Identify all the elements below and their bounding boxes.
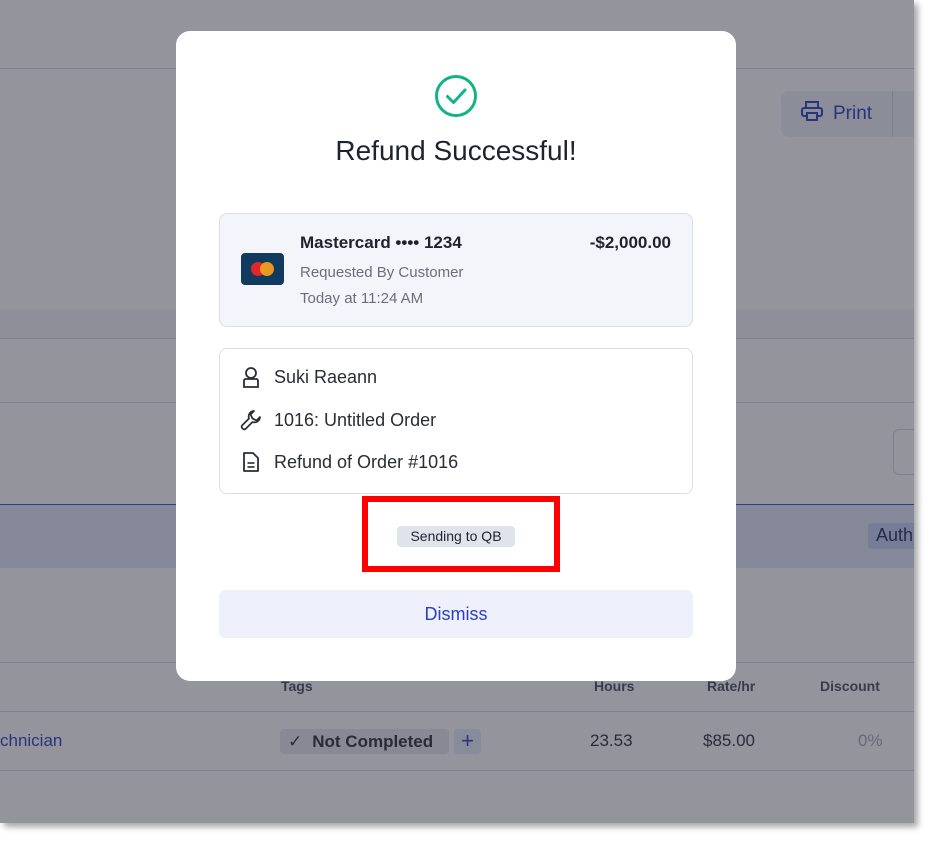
document-icon xyxy=(240,451,262,473)
check-circle-icon xyxy=(434,74,478,118)
refund-reason: Requested By Customer xyxy=(300,264,464,281)
card-label: Mastercard •••• 1234 xyxy=(300,233,462,252)
refund-amount: -$2,000.00 xyxy=(589,233,671,252)
customer-row: Suki Raeann xyxy=(240,366,377,388)
dismiss-button[interactable]: Dismiss xyxy=(219,590,693,638)
payment-summary-card: Mastercard •••• 1234 -$2,000.00 Requeste… xyxy=(219,213,693,327)
customer-name: Suki Raeann xyxy=(274,366,378,387)
sync-status-badge: Sending to QB xyxy=(397,526,515,547)
refund-success-dialog: Refund Successful! Mastercard •••• 1234 … xyxy=(176,31,736,681)
wrench-icon xyxy=(240,409,262,431)
refund-time: Today at 11:24 AM xyxy=(300,290,424,307)
reference-row: Refund of Order #1016 xyxy=(240,451,458,473)
mastercard-logo xyxy=(241,253,284,285)
refund-details: Suki Raeann 1016: Untitled Order Refund … xyxy=(219,348,693,494)
dialog-title: Refund Successful! xyxy=(335,135,577,166)
reference-text: Refund of Order #1016 xyxy=(274,451,459,472)
user-icon xyxy=(240,366,262,388)
order-row: 1016: Untitled Order xyxy=(240,409,436,431)
order-name: 1016: Untitled Order xyxy=(274,409,437,430)
